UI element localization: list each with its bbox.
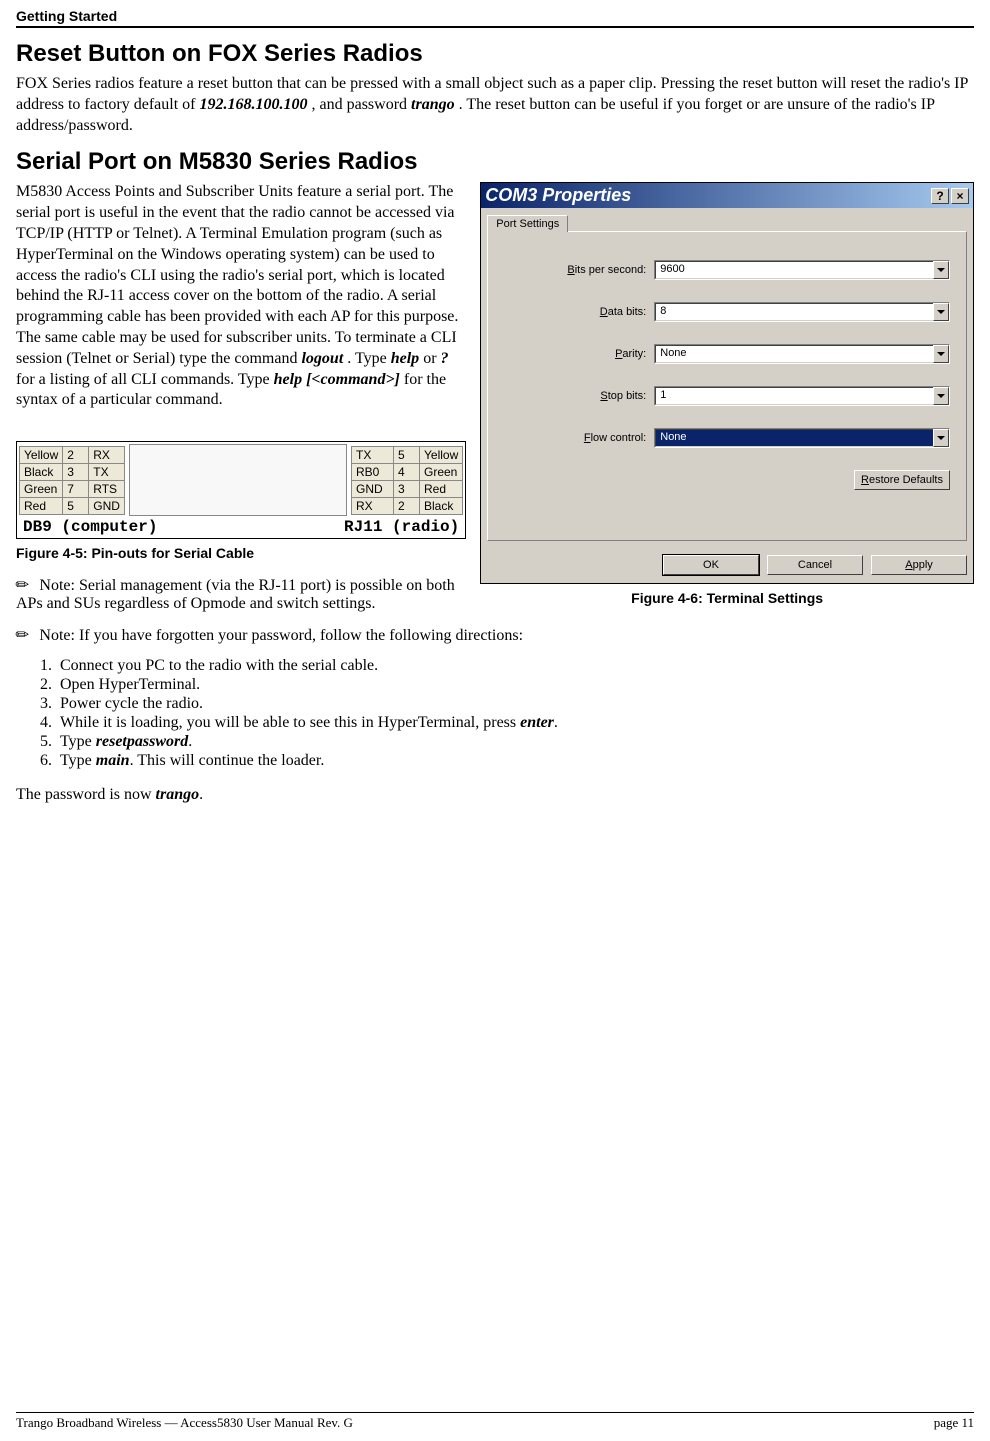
para-serial: M5830 Access Points and Subscriber Units… — [16, 182, 466, 411]
pencil-icon: ✎ — [11, 573, 35, 597]
chevron-down-icon[interactable] — [933, 429, 949, 447]
cmd-help: help — [391, 350, 419, 367]
heading-serial: Serial Port on M5830 Series Radios — [16, 148, 974, 176]
chevron-down-icon[interactable] — [933, 387, 949, 405]
chevron-down-icon[interactable] — [933, 345, 949, 363]
label-flow-control: Flow control: — [504, 432, 654, 444]
connector-graphic — [129, 444, 347, 516]
footer-left: Trango Broadband Wireless — Access5830 U… — [16, 1415, 353, 1431]
pinout-diagram: Yellow2RX Black3TX Green7RTS Red5GND TX5… — [16, 441, 466, 539]
pencil-icon: ✎ — [11, 623, 35, 647]
list-item: Type main. This will continue the loader… — [56, 752, 974, 771]
text: , and password — [311, 96, 411, 113]
cancel-button[interactable]: Cancel — [767, 555, 863, 575]
value-flow-control: None — [655, 429, 933, 447]
com3-properties-dialog: COM3 Properties ? × Port Settings Bits p… — [480, 182, 974, 584]
password-reset-steps: Connect you PC to the radio with the ser… — [56, 657, 974, 771]
ok-button[interactable]: OK — [663, 555, 759, 575]
tab-port-settings[interactable]: Port Settings — [487, 215, 568, 232]
combo-flow-control[interactable]: None — [654, 428, 950, 448]
default-password: trango — [411, 96, 455, 113]
combo-stop-bits[interactable]: 1 — [654, 386, 950, 406]
label-data-bits: Data bits: — [504, 306, 654, 318]
list-item: While it is loading, you will be able to… — [56, 714, 974, 733]
list-item: Type resetpassword. — [56, 733, 974, 752]
figure-4-5-caption: Figure 4-5: Pin-outs for Serial Cable — [16, 545, 466, 561]
para-reset: FOX Series radios feature a reset button… — [16, 74, 974, 136]
label-stop-bits: Stop bits: — [504, 390, 654, 402]
password-result: The password is now trango. — [16, 785, 974, 806]
value-data-bits: 8 — [655, 303, 933, 321]
note-forgot-password: ✎ Note: If you have forgotten your passw… — [16, 625, 974, 645]
text: for a listing of all CLI commands. Type — [16, 371, 274, 388]
dialog-title-bar: COM3 Properties ? × — [481, 183, 973, 208]
help-button[interactable]: ? — [931, 188, 949, 204]
heading-reset: Reset Button on FOX Series Radios — [16, 40, 974, 68]
value-bits-per-second: 9600 — [655, 261, 933, 279]
text: . Type — [347, 350, 390, 367]
combo-parity[interactable]: None — [654, 344, 950, 364]
port-settings-panel: Bits per second: 9600 Data bits: 8 — [487, 231, 967, 541]
note-text: Note: If you have forgotten your passwor… — [35, 627, 523, 644]
note-serial-mgmt: ✎ Note: Serial management (via the RJ-11… — [16, 575, 466, 613]
figure-4-6-caption: Figure 4-6: Terminal Settings — [480, 590, 974, 606]
list-item: Open HyperTerminal. — [56, 676, 974, 695]
chevron-down-icon[interactable] — [933, 261, 949, 279]
list-item: Connect you PC to the radio with the ser… — [56, 657, 974, 676]
combo-data-bits[interactable]: 8 — [654, 302, 950, 322]
cmd-logout: logout — [301, 350, 343, 367]
cmd-help-command: help [<command>] — [274, 371, 400, 388]
restore-defaults-button[interactable]: Restore Defaults — [854, 470, 950, 490]
list-item: Power cycle the radio. — [56, 695, 974, 714]
apply-button[interactable]: Apply — [871, 555, 967, 575]
value-stop-bits: 1 — [655, 387, 933, 405]
page-footer: Trango Broadband Wireless — Access5830 U… — [16, 1412, 974, 1431]
text: or — [423, 350, 440, 367]
text: M5830 Access Points and Subscriber Units… — [16, 183, 458, 366]
note-text: Note: Serial management (via the RJ-11 p… — [16, 577, 455, 612]
page-header: Getting Started — [16, 8, 974, 28]
pinout-table-rj11: TX5Yellow RB04Green GND3Red RX2Black — [351, 446, 463, 515]
label-bits-per-second: Bits per second: — [504, 264, 654, 276]
chevron-down-icon[interactable] — [933, 303, 949, 321]
value-parity: None — [655, 345, 933, 363]
dialog-title: COM3 Properties — [485, 185, 631, 206]
cmd-question: ? — [441, 350, 449, 367]
label-parity: Parity: — [504, 348, 654, 360]
pinout-label-db9: DB9 (computer) — [23, 518, 157, 536]
default-ip: 192.168.100.100 — [199, 96, 307, 113]
footer-right: page 11 — [934, 1415, 974, 1431]
pinout-table-db9: Yellow2RX Black3TX Green7RTS Red5GND — [19, 446, 125, 515]
close-button[interactable]: × — [951, 188, 969, 204]
combo-bits-per-second[interactable]: 9600 — [654, 260, 950, 280]
pinout-label-rj11: RJ11 (radio) — [344, 518, 459, 536]
